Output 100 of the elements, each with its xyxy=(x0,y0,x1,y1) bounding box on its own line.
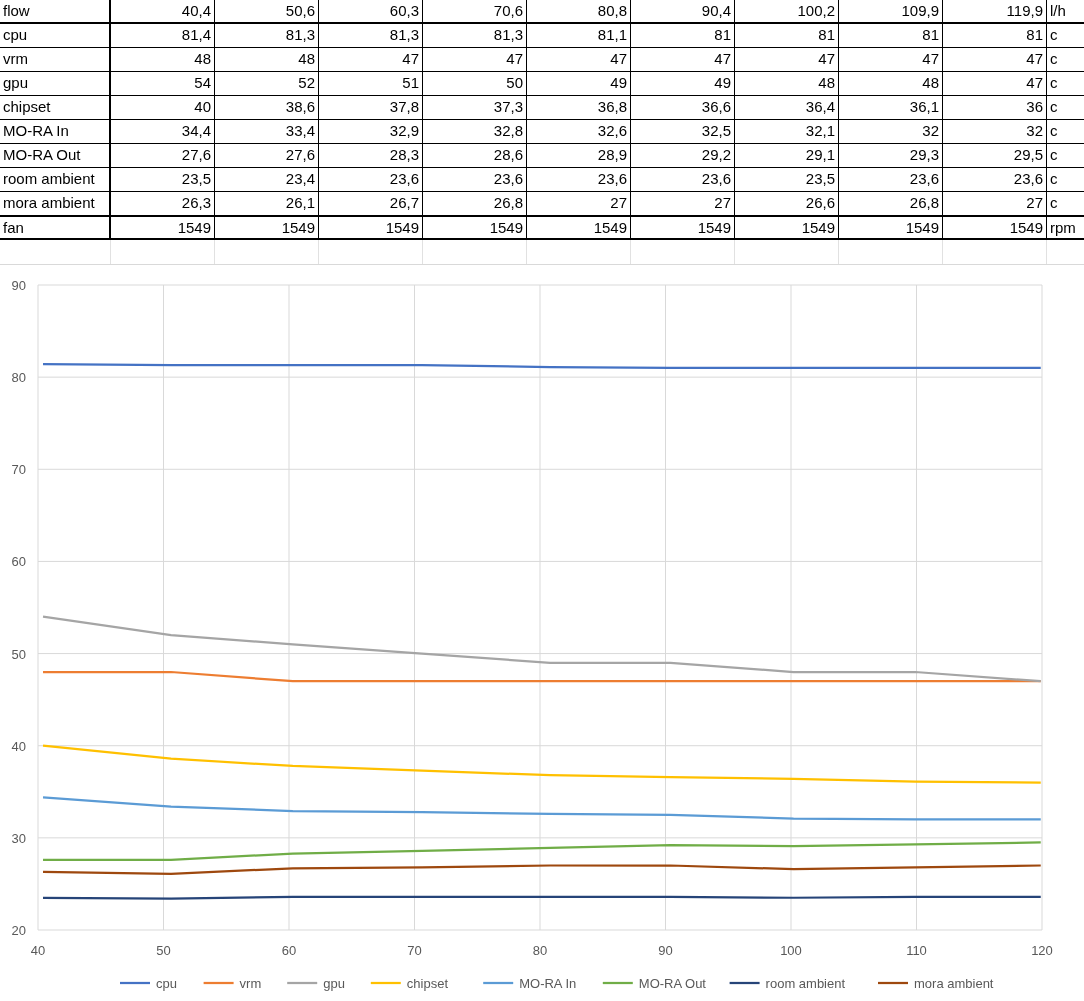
x-axis-label: 110 xyxy=(906,943,927,958)
table-cell: 27 xyxy=(943,192,1047,215)
table-cell: 48 xyxy=(111,48,215,71)
table-cell: 81 xyxy=(839,24,943,47)
unit-cell-text: c xyxy=(1049,121,1059,141)
y-axis-label: 90 xyxy=(11,278,26,293)
table-cell: 54 xyxy=(111,72,215,95)
row-label-cell: MO-RA Out xyxy=(0,144,111,167)
unit-cell-text: c xyxy=(1049,73,1059,93)
table-cell: 81 xyxy=(943,24,1047,47)
table-cell: 32 xyxy=(943,120,1047,143)
x-axis-label: 70 xyxy=(407,943,422,958)
y-axis-label: 60 xyxy=(11,554,26,570)
table-cell: 1549 xyxy=(111,217,215,238)
legend-label: vrm xyxy=(239,976,262,991)
unit-cell-text: c xyxy=(1049,169,1059,189)
table-cell: 26,1 xyxy=(215,192,319,215)
legend-label: gpu xyxy=(323,976,345,991)
legend-label: cpu xyxy=(156,976,177,991)
table-cell: 37,8 xyxy=(319,96,423,119)
table-cell: 1549 xyxy=(215,217,319,238)
table-cell: 48 xyxy=(839,72,943,95)
table-cell: 47 xyxy=(319,48,423,71)
y-axis-label: 70 xyxy=(11,462,26,478)
legend-label: MO-RA In xyxy=(519,976,577,991)
table-cell: 29,1 xyxy=(735,144,839,167)
table-cell: 23,6 xyxy=(839,168,943,191)
table-cell: 47 xyxy=(943,72,1047,95)
row-label-cell: chipset xyxy=(0,96,111,119)
table-cell: 23,5 xyxy=(735,168,839,191)
table-cell: 27,6 xyxy=(111,144,215,167)
table-cell: 81,3 xyxy=(423,24,527,47)
row-label-cell: vrm xyxy=(0,48,111,71)
table-cell: 29,5 xyxy=(943,144,1047,167)
unit-cell-text: c xyxy=(1049,145,1059,165)
table-cell: 32,1 xyxy=(735,120,839,143)
row-label-cell: cpu xyxy=(0,24,111,47)
table-cell: 1549 xyxy=(319,217,423,238)
table-cell: 1549 xyxy=(527,217,631,238)
unit-cell-text: c xyxy=(1049,49,1059,69)
table-cell: 32,9 xyxy=(319,120,423,143)
y-axis-label: 40 xyxy=(11,738,26,754)
table-cell: 26,3 xyxy=(111,192,215,215)
x-axis-label: 120 xyxy=(1031,943,1053,958)
y-axis-label: 80 xyxy=(11,370,26,386)
unit-cell-text: rpm xyxy=(1049,218,1077,238)
table-cell: 38,6 xyxy=(215,96,319,119)
table-cell: 32,5 xyxy=(631,120,735,143)
table-cell: 40,4 xyxy=(111,0,215,22)
table-cell: 40 xyxy=(111,96,215,119)
table-cell: 26,6 xyxy=(735,192,839,215)
table-cell: 81 xyxy=(631,24,735,47)
table-cell: 23,6 xyxy=(527,168,631,191)
legend-label: chipset xyxy=(406,976,448,991)
table-cell: 26,8 xyxy=(423,192,527,215)
table-cell: 1549 xyxy=(839,217,943,238)
table-cell: 50 xyxy=(423,72,527,95)
unit-cell-text: c xyxy=(1049,193,1059,213)
table-cell: 100,2 xyxy=(735,0,839,22)
table-cell: 36,8 xyxy=(527,96,631,119)
table-cell: 47 xyxy=(839,48,943,71)
table-cell: 109,9 xyxy=(839,0,943,22)
table-cell: 49 xyxy=(631,72,735,95)
table-cell: 81,4 xyxy=(111,24,215,47)
table-cell: 50,6 xyxy=(215,0,319,22)
unit-cell-text: c xyxy=(1049,97,1059,117)
table-cell: 81,3 xyxy=(319,24,423,47)
table-cell: 60,3 xyxy=(319,0,423,22)
table-cell: 32,8 xyxy=(423,120,527,143)
table-cell: 34,4 xyxy=(111,120,215,143)
x-axis-label: 40 xyxy=(30,943,46,958)
y-axis-label: 20 xyxy=(11,923,26,938)
row-label-cell: MO-RA In xyxy=(0,120,111,143)
table-cell: 47 xyxy=(423,48,527,71)
table-cell: 26,7 xyxy=(319,192,423,215)
table-cell: 81 xyxy=(735,24,839,47)
table-cell: 47 xyxy=(631,48,735,71)
table-cell: 1549 xyxy=(631,217,735,238)
y-axis-label: 30 xyxy=(11,830,26,846)
x-axis-label: 90 xyxy=(658,943,673,958)
legend-label: room ambient xyxy=(765,976,846,991)
x-axis-label: 80 xyxy=(532,943,548,958)
legend-label: MO-RA Out xyxy=(638,976,706,991)
row-label-cell: flow xyxy=(0,0,111,22)
x-axis-label: 100 xyxy=(780,943,802,958)
table-cell: 29,3 xyxy=(839,144,943,167)
row-label-cell: mora ambient xyxy=(0,192,111,215)
table-cell: 29,2 xyxy=(631,144,735,167)
table-cell: 37,3 xyxy=(423,96,527,119)
table-cell: 32 xyxy=(839,120,943,143)
table-cell: 36,6 xyxy=(631,96,735,119)
x-axis-label: 50 xyxy=(156,943,171,958)
table-cell: 23,6 xyxy=(423,168,527,191)
table-cell: 1549 xyxy=(423,217,527,238)
row-label-cell: fan xyxy=(0,217,111,238)
table-cell: 28,3 xyxy=(319,144,423,167)
table-cell: 32,6 xyxy=(527,120,631,143)
table-cell: 28,6 xyxy=(423,144,527,167)
table-cell: 70,6 xyxy=(423,0,527,22)
table-cell: 47 xyxy=(943,48,1047,71)
